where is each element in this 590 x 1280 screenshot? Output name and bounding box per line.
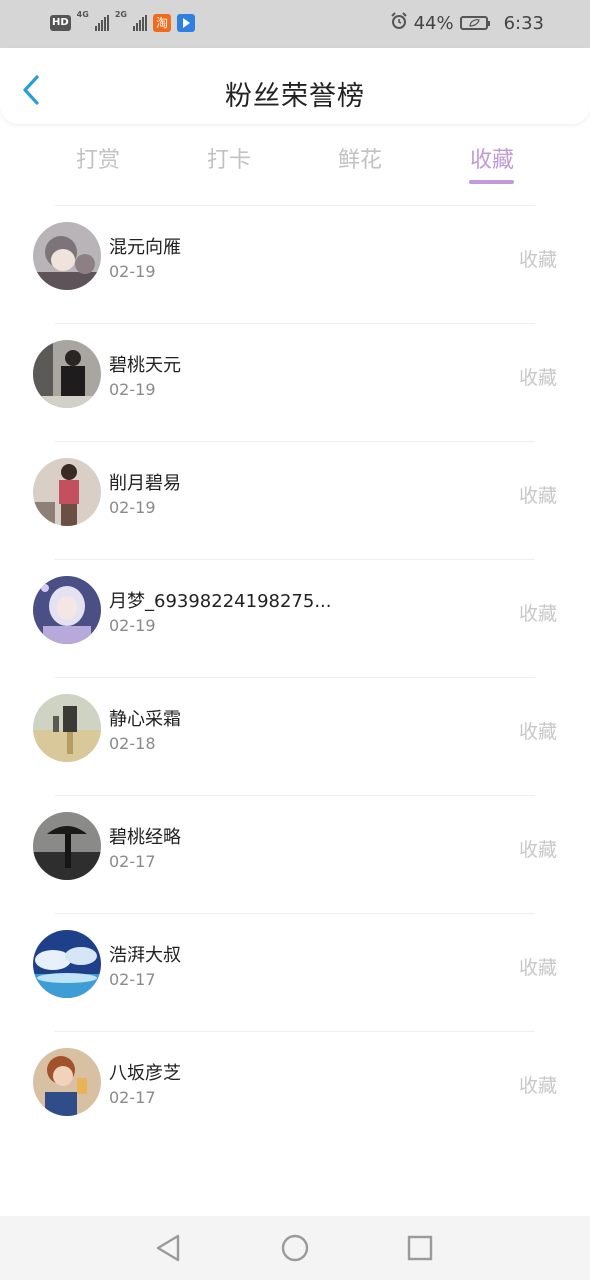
favorite-action[interactable]: 收藏	[519, 1071, 557, 1098]
favorite-action[interactable]: 收藏	[519, 717, 557, 744]
fan-date: 02-18	[109, 734, 156, 753]
favorite-action[interactable]: 收藏	[519, 835, 557, 862]
fan-name: 静心采霜	[109, 709, 181, 730]
page-title: 粉丝荣誉榜	[225, 81, 365, 112]
list-item[interactable]: 混元向雁 02-19 收藏	[0, 205, 590, 323]
tab-reward[interactable]: 打赏	[76, 142, 120, 174]
avatar	[33, 340, 101, 408]
avatar	[33, 576, 101, 644]
app-header: 粉丝荣誉榜	[0, 48, 590, 124]
nav-home-button[interactable]	[279, 1232, 311, 1264]
list-item[interactable]: 浩湃大叔 02-17 收藏	[0, 913, 590, 1031]
avatar	[33, 812, 101, 880]
fan-name: 八坂彦芝	[109, 1063, 181, 1084]
status-bar: HD 4G 2G 淘 44% 6:33	[0, 0, 590, 48]
avatar	[33, 222, 101, 290]
fan-date: 02-19	[109, 616, 156, 635]
taobao-app-icon: 淘	[152, 14, 171, 32]
battery-icon	[459, 16, 490, 30]
tab-checkin[interactable]: 打卡	[207, 142, 251, 174]
fan-name: 碧桃天元	[109, 355, 181, 376]
list-item[interactable]: 碧桃天元 02-19 收藏	[0, 323, 590, 441]
hd-icon: HD	[50, 15, 71, 31]
alarm-icon	[390, 11, 408, 35]
list-item[interactable]: 碧桃经略 02-17 收藏	[0, 795, 590, 913]
avatar	[33, 1048, 101, 1116]
fan-date: 02-19	[109, 498, 156, 517]
avatar	[33, 694, 101, 762]
favorite-action[interactable]: 收藏	[519, 953, 557, 980]
fan-name: 碧桃经略	[109, 827, 181, 848]
tab-active-indicator	[469, 180, 514, 184]
fan-date: 02-17	[109, 970, 156, 989]
signal-icon	[94, 15, 109, 31]
list-item[interactable]: 削月碧易 02-19 收藏	[0, 441, 590, 559]
fan-date: 02-17	[109, 852, 156, 871]
status-right: 44% 6:33	[390, 11, 544, 35]
fan-name: 削月碧易	[109, 473, 181, 494]
fan-name: 月梦_69398224198275...	[109, 591, 332, 612]
tab-bar: 打赏 打卡 鲜花 收藏	[0, 124, 590, 188]
list-item[interactable]: 月梦_69398224198275... 02-19 收藏	[0, 559, 590, 677]
status-left: HD 4G 2G 淘	[50, 10, 195, 34]
list-item[interactable]: 八坂彦芝 02-17 收藏	[0, 1031, 590, 1149]
fan-date: 02-17	[109, 1088, 156, 1107]
recents-square-icon	[407, 1235, 433, 1261]
network-2g-label: 2G	[114, 10, 127, 19]
home-circle-icon	[281, 1234, 309, 1262]
favorite-action[interactable]: 收藏	[519, 363, 557, 390]
fan-name: 混元向雁	[109, 237, 181, 258]
system-nav-bar	[0, 1216, 590, 1280]
list-item[interactable]: 静心采霜 02-18 收藏	[0, 677, 590, 795]
battery-percent: 44%	[413, 12, 454, 34]
back-triangle-icon	[156, 1234, 180, 1262]
favorite-action[interactable]: 收藏	[519, 245, 557, 272]
fan-date: 02-19	[109, 262, 156, 281]
nav-recents-button[interactable]	[404, 1232, 436, 1264]
fan-name: 浩湃大叔	[109, 945, 181, 966]
screen: HD 4G 2G 淘 44% 6:33 粉丝荣誉榜 打赏 打卡 鲜花 收藏 混元…	[0, 0, 590, 1280]
nav-back-button[interactable]	[152, 1232, 184, 1264]
avatar	[33, 930, 101, 998]
favorite-action[interactable]: 收藏	[519, 481, 557, 508]
signal-icon	[132, 15, 147, 31]
favorite-action[interactable]: 收藏	[519, 599, 557, 626]
avatar	[33, 458, 101, 526]
blue-app-icon	[176, 14, 195, 32]
network-4g-label: 4G	[76, 10, 89, 19]
clock-time: 6:33	[503, 12, 544, 34]
fan-date: 02-19	[109, 380, 156, 399]
tab-favorites[interactable]: 收藏	[470, 142, 514, 174]
tab-flowers[interactable]: 鲜花	[338, 142, 382, 174]
